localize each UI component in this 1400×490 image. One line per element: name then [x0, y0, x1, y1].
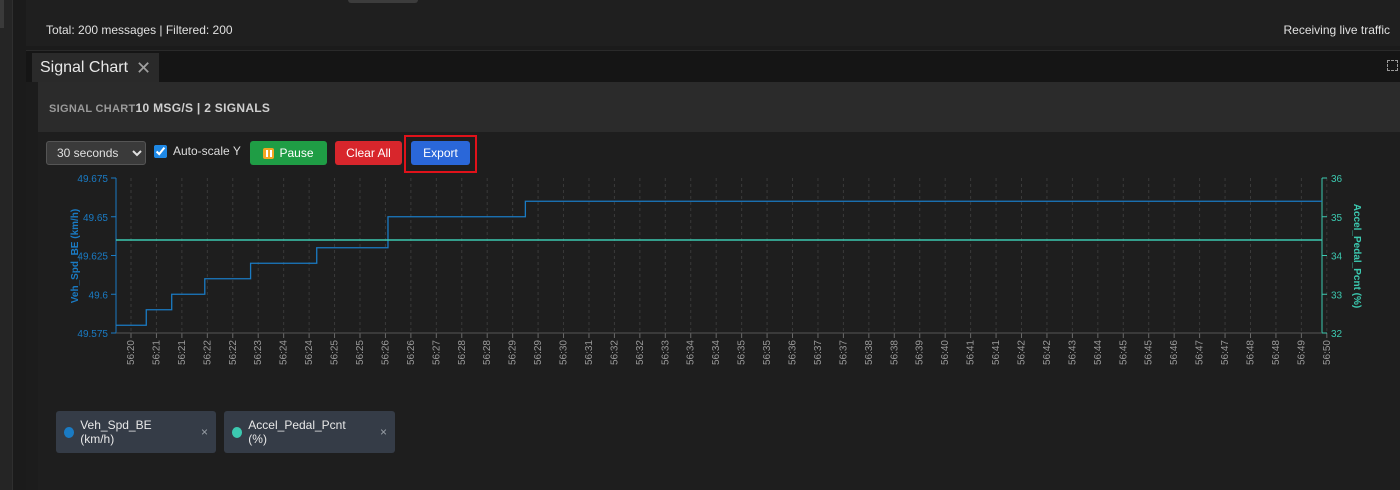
x-tick-label: 56:21 — [177, 340, 188, 365]
signal-chart-panel: SIGNAL CHART10 MSG/S | 2 SIGNALS 30 seco… — [26, 82, 1400, 490]
x-tick-label: 56:26 — [406, 340, 417, 365]
chart-header: SIGNAL CHART10 MSG/S | 2 SIGNALS — [38, 82, 1400, 132]
x-tick-label: 56:44 — [1093, 340, 1104, 365]
clear-all-button[interactable]: Clear All — [335, 141, 402, 165]
export-button[interactable]: Export — [411, 141, 470, 165]
x-tick-label: 56:37 — [813, 340, 824, 365]
x-tick-label: 56:21 — [151, 340, 162, 365]
x-tick-label: 56:24 — [304, 340, 315, 365]
close-icon[interactable]: ✕ — [136, 59, 151, 77]
x-tick-label: 56:25 — [330, 340, 341, 365]
y2-tick-label: 35 — [1331, 213, 1343, 224]
autoscale-label: Auto-scale Y — [173, 144, 241, 158]
pause-icon — [263, 147, 275, 159]
legend-item-accel-pedal[interactable]: Accel_Pedal_Pcnt (%) × — [224, 411, 395, 453]
x-tick-label: 56:35 — [737, 340, 748, 365]
x-tick-label: 56:38 — [864, 340, 875, 365]
y2-tick-label: 36 — [1331, 174, 1343, 185]
x-tick-label: 56:40 — [940, 340, 951, 365]
x-tick-label: 56:43 — [1067, 340, 1078, 365]
y2-tick-label: 34 — [1331, 252, 1343, 263]
x-tick-label: 56:32 — [635, 340, 646, 365]
x-tick-label: 56:31 — [584, 340, 595, 365]
y2-tick-label: 33 — [1331, 290, 1343, 301]
y2-axis-label: Accel_Pedal_Pcnt (%) — [1351, 204, 1362, 309]
signal-line-chart[interactable]: 56:20 56:21 56:21 56:22 56:22 56:23 56:24 56:24… — [38, 172, 1400, 382]
chart-controls: 30 seconds Auto-scale Y Pause Clear All … — [38, 132, 1400, 490]
time-range-select[interactable]: 30 seconds — [46, 141, 146, 165]
x-tick-label: 56:25 — [355, 340, 366, 365]
x-tick-label: 56:26 — [380, 340, 391, 365]
x-tick-label: 56:29 — [508, 340, 519, 365]
x-tick-label: 56:28 — [457, 340, 468, 365]
x-tick-label: 56:47 — [1220, 340, 1231, 365]
series-line-veh-spd — [116, 200, 1322, 326]
x-tick-label: 56:30 — [559, 340, 570, 365]
autoscale-checkbox[interactable] — [154, 144, 167, 158]
scrollbar-thumb[interactable] — [348, 0, 418, 3]
x-tick-label: 56:42 — [1017, 340, 1028, 365]
x-tick-label: 56:34 — [711, 340, 722, 365]
series-color-dot — [232, 426, 243, 438]
maximize-icon[interactable] — [1387, 60, 1398, 71]
pause-label: Pause — [279, 146, 314, 160]
tab-signal-chart[interactable]: Signal Chart ✕ — [32, 53, 160, 83]
panel-tabbar: Signal Chart ✕ — [26, 50, 1400, 83]
x-tick-label: 56:33 — [660, 340, 671, 365]
remove-signal-icon[interactable]: × — [380, 425, 387, 439]
left-rail — [0, 0, 13, 490]
live-traffic-status: Receiving live traffic — [1283, 23, 1391, 37]
legend-label: Accel_Pedal_Pcnt (%) — [248, 418, 346, 446]
x-tick-label: 56:45 — [1118, 340, 1129, 365]
x-tick-label: 56:22 — [228, 340, 239, 365]
x-tick-label: 56:22 — [202, 340, 213, 365]
y-tick-label: 49.6 — [89, 290, 109, 301]
x-tick-label: 56:20 — [126, 340, 137, 365]
x-tick-label: 56:24 — [279, 340, 290, 365]
x-tick-label: 56:28 — [482, 340, 493, 365]
y-tick-label: 49.675 — [77, 174, 108, 185]
x-tick-label: 56:39 — [915, 340, 926, 365]
x-tick-label: 56:49 — [1296, 340, 1307, 365]
y-tick-label: 49.575 — [77, 329, 108, 340]
chart-header-title: SIGNAL CHART10 MSG/S | 2 SIGNALS — [49, 101, 270, 115]
y-tick-label: 49.625 — [77, 252, 108, 263]
x-tick-label: 56:46 — [1169, 340, 1180, 365]
x-tick-label: 56:32 — [609, 340, 620, 365]
autoscale-toggle[interactable]: Auto-scale Y — [154, 144, 241, 158]
left-rail-handle — [0, 0, 4, 28]
message-count-status: Total: 200 messages | Filtered: 200 — [46, 23, 233, 37]
header-subtitle: 10 MSG/S | 2 SIGNALS — [135, 101, 271, 115]
x-tick-label: 56:27 — [431, 340, 442, 365]
x-tick-label: 56:34 — [686, 340, 697, 365]
x-tick-label: 56:48 — [1245, 340, 1256, 365]
x-tick-label: 56:45 — [1144, 340, 1155, 365]
remove-signal-icon[interactable]: × — [201, 425, 208, 439]
x-tick-label: 56:37 — [838, 340, 849, 365]
x-tick-label: 56:42 — [1042, 340, 1053, 365]
panel-body: SIGNAL CHART10 MSG/S | 2 SIGNALS 30 seco… — [38, 82, 1400, 490]
x-tick-label: 56:41 — [966, 340, 977, 365]
x-tick-label: 56:48 — [1271, 340, 1282, 365]
x-tick-label: 56:36 — [788, 340, 799, 365]
y-tick-label: 49.65 — [83, 213, 108, 224]
x-tick-label: 56:29 — [533, 340, 544, 365]
pause-button[interactable]: Pause — [250, 141, 327, 165]
message-panel: Total: 200 messages | Filtered: 200 Rece… — [26, 0, 1400, 46]
x-tick-label: 56:35 — [762, 340, 773, 365]
x-tick-label: 56:38 — [889, 340, 900, 365]
header-title: SIGNAL CHART — [49, 103, 136, 115]
y2-tick-label: 32 — [1331, 329, 1343, 340]
legend-item-veh-spd[interactable]: Veh_Spd_BE (km/h) × — [56, 411, 216, 453]
y-axis-label: Veh_Spd_BE (km/h) — [70, 209, 81, 303]
x-tick-label: 56:23 — [253, 340, 264, 365]
tab-title: Signal Chart — [40, 59, 129, 76]
series-color-dot — [64, 426, 75, 438]
x-tick-label: 56:50 — [1322, 340, 1333, 365]
x-tick-label: 56:47 — [1195, 340, 1206, 365]
legend-label: Veh_Spd_BE (km/h) — [80, 418, 152, 446]
x-tick-label: 56:41 — [991, 340, 1002, 365]
